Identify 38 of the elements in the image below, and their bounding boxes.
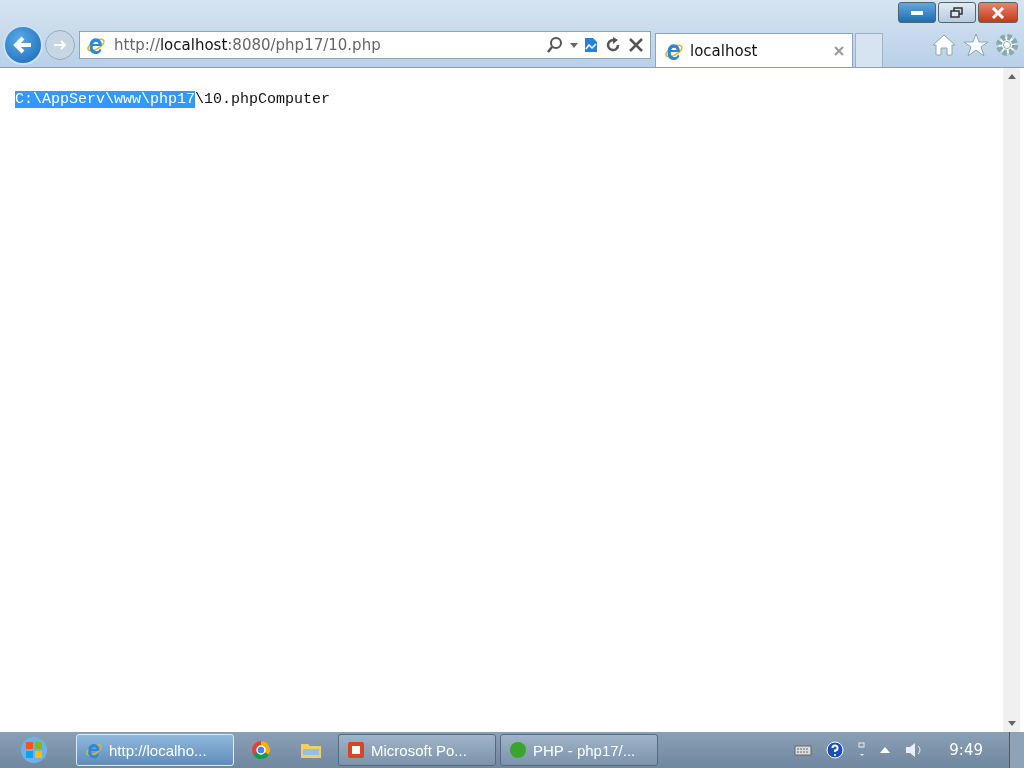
stop-icon[interactable] <box>628 37 644 54</box>
scroll-up-icon[interactable] <box>1007 74 1016 79</box>
new-tab-button[interactable] <box>855 33 883 67</box>
keyboard-icon[interactable] <box>794 744 813 756</box>
address-field[interactable]: http://localhost:8080/php17/10.php <box>79 31 651 60</box>
browser-logo-icon <box>85 741 103 759</box>
show-desktop-button[interactable] <box>1009 732 1024 768</box>
minimize-button[interactable] <box>898 2 936 23</box>
close-button[interactable] <box>978 2 1018 23</box>
url-text: http://localhost:8080/php17/10.php <box>114 36 382 55</box>
page-text: C:\AppServ\www\php17\10.phpComputer <box>15 91 331 108</box>
caret-up-icon[interactable] <box>880 747 891 753</box>
scrollbar[interactable] <box>1003 68 1020 732</box>
browser-logo-icon <box>86 35 106 56</box>
restore-icon <box>950 6 964 19</box>
compatibility-icon[interactable] <box>584 37 598 54</box>
home-icon[interactable] <box>931 33 957 58</box>
scroll-down-icon[interactable] <box>1007 721 1016 726</box>
close-icon <box>991 6 1005 19</box>
caret-icon[interactable] <box>570 42 578 48</box>
forward-button[interactable] <box>45 30 75 61</box>
star-icon[interactable] <box>963 33 989 58</box>
settings-icon[interactable] <box>995 33 1019 58</box>
windows-logo-icon <box>25 741 43 759</box>
taskbar-button[interactable]: Microsoft Po... <box>338 734 496 766</box>
back-button[interactable] <box>3 25 43 66</box>
clock-text[interactable]: 9:49 <box>949 741 983 759</box>
folder-icon <box>300 741 322 759</box>
taskbar-button[interactable]: http://localho... <box>76 734 234 766</box>
browser-tab[interactable]: localhost <box>655 33 853 67</box>
window-icon[interactable] <box>858 742 867 758</box>
help-icon[interactable] <box>826 741 845 759</box>
search-icon[interactable] <box>546 36 564 55</box>
chrome-icon <box>251 740 271 760</box>
restore-button[interactable] <box>938 2 976 23</box>
presentation-icon <box>347 741 365 759</box>
taskbar-button[interactable]: PHP - php17/... <box>500 734 658 766</box>
close-tab-icon[interactable] <box>834 45 844 56</box>
